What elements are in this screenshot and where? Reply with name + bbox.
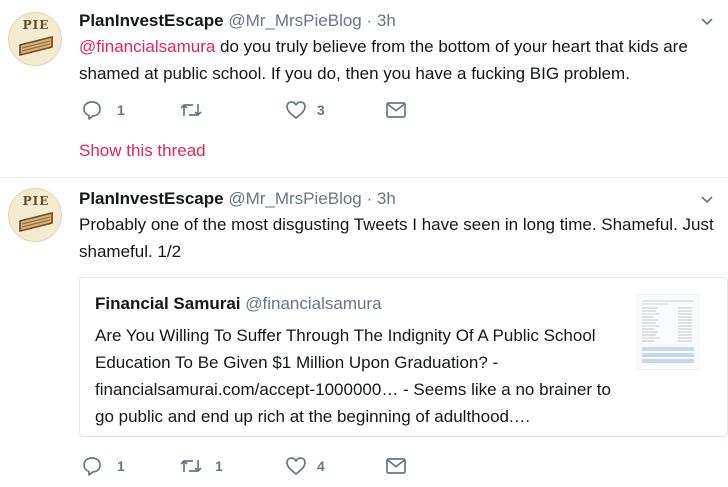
message-button[interactable] [385,455,409,477]
retweet-icon [180,104,202,116]
avatar-logo-text: PIE [22,194,50,208]
timestamp[interactable]: 3h [377,11,396,30]
chevron-down-icon[interactable] [700,14,714,28]
mention-link[interactable]: @financialsamura [79,37,215,56]
avatar[interactable]: PIE [8,12,62,66]
user-handle[interactable]: @Mr_MrsPieBlog [228,189,361,208]
separator-dot: · [366,189,373,208]
tweet-actions: 1 3 [79,99,479,121]
quoted-user-handle: @financialsamura [245,294,382,313]
timestamp[interactable]: 3h [377,189,396,208]
pie-icon [19,36,53,56]
like-button[interactable]: 4 [285,455,345,477]
tweet-header: PlanInvestEscape @Mr_MrsPieBlog · 3h [79,11,396,31]
avatar-logo-text: PIE [22,18,50,32]
quoted-tweet-thumbnail[interactable] [637,294,699,370]
message-icon [386,102,406,118]
tweet-actions: 1 1 4 [79,455,479,477]
like-button[interactable]: 3 [285,99,345,121]
tweet-text: Probably one of the most disgusting Twee… [79,215,714,261]
quoted-display-name: Financial Samurai [95,294,241,313]
reply-icon [83,101,101,120]
quoted-tweet-header: Financial Samurai @financialsamura [95,294,382,314]
reply-icon [83,457,101,476]
message-icon [386,458,406,474]
message-button[interactable] [385,99,409,121]
separator-dot: · [366,11,373,30]
reply-count: 1 [117,102,125,118]
display-name[interactable]: PlanInvestEscape [79,189,224,208]
chevron-down-icon[interactable] [700,192,714,206]
quoted-tweet-text: Are You Willing To Suffer Through The In… [95,326,611,426]
tweet-1[interactable]: PIE PlanInvestEscape @Mr_MrsPieBlog · 3h… [0,0,728,178]
display-name[interactable]: PlanInvestEscape [79,11,224,30]
reply-count: 1 [117,458,125,474]
tweet-header: PlanInvestEscape @Mr_MrsPieBlog · 3h [79,189,396,209]
like-icon [286,457,306,475]
quoted-tweet-card[interactable]: Financial Samurai @financialsamura Are Y… [79,277,728,437]
like-icon [286,101,306,119]
tweet-text: @financialsamura do you truly believe fr… [79,33,719,87]
show-thread-link[interactable]: Show this thread [79,141,206,161]
like-count: 4 [317,458,325,474]
retweet-count: 1 [215,458,223,474]
like-count: 3 [317,102,325,118]
reply-button[interactable]: 1 [81,99,141,121]
retweet-button[interactable] [179,99,239,121]
retweet-icon [180,460,202,472]
user-handle[interactable]: @Mr_MrsPieBlog [228,11,361,30]
tweet-2[interactable]: PIE PlanInvestEscape @Mr_MrsPieBlog · 3h… [0,178,728,487]
retweet-button[interactable]: 1 [179,455,239,477]
reply-button[interactable]: 1 [81,455,141,477]
spreadsheet-thumbnail-image [642,300,694,363]
avatar[interactable]: PIE [8,188,62,242]
pie-icon [19,212,53,232]
